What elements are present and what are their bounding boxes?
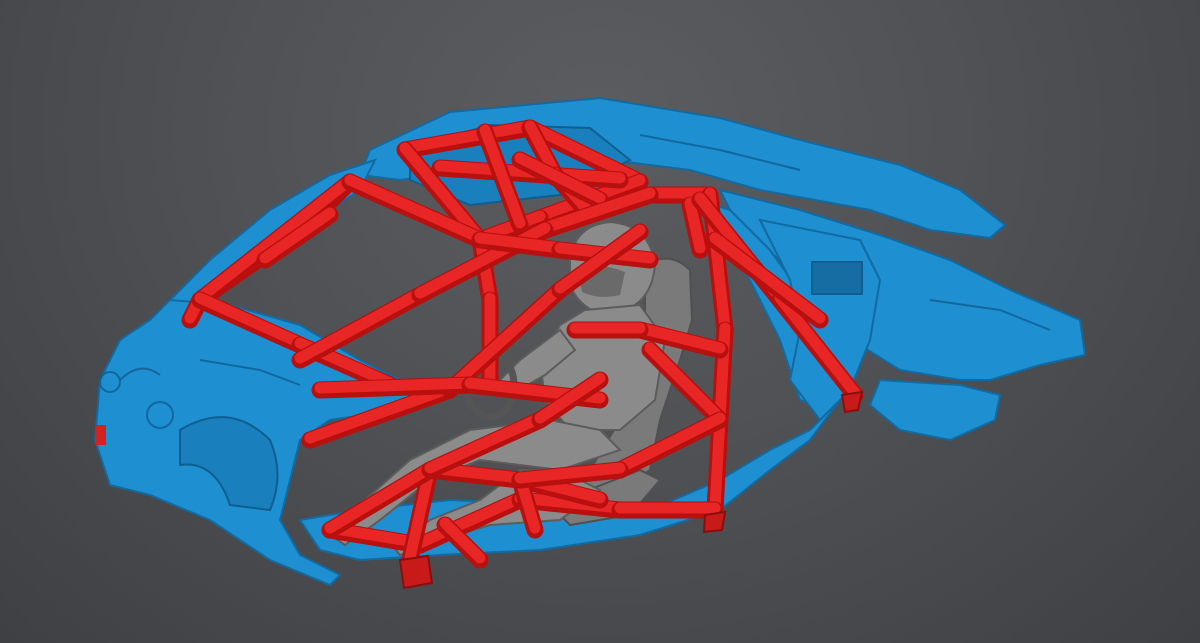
tail-light [96, 425, 106, 445]
cage-tube-highlight-13 [194, 174, 356, 304]
rear-vent [811, 261, 863, 295]
rear-bumper [868, 378, 1002, 442]
3d-model-viewport[interactable] [0, 0, 1200, 643]
cage-tube-highlight-28 [294, 287, 426, 364]
scan-model-render[interactable] [0, 0, 1200, 643]
cage-tube-highlight-35 [314, 377, 476, 394]
